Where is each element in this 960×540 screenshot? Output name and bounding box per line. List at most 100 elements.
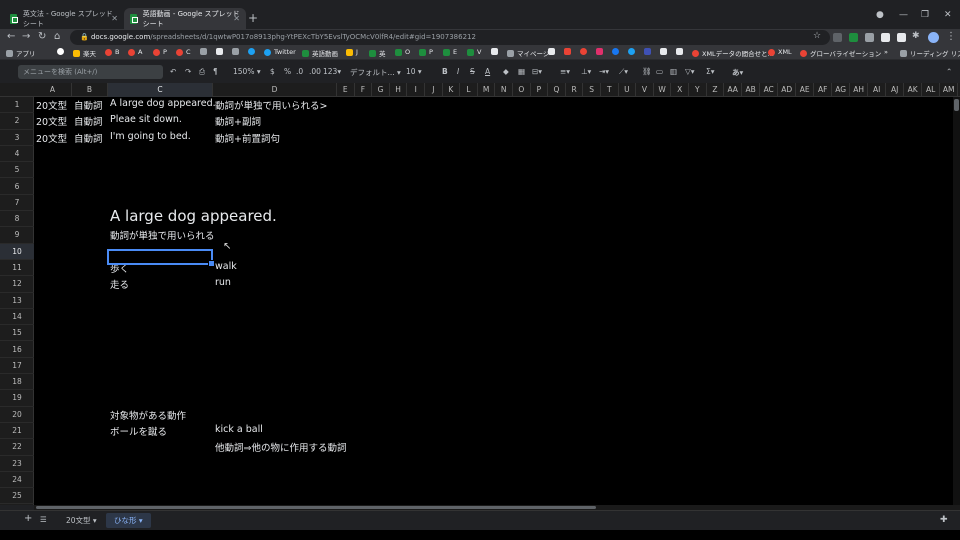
cell-d2[interactable]: 動詞+副詞 [215, 114, 261, 128]
bookmark-icon[interactable] [644, 48, 654, 55]
row-header-20[interactable]: 20 [0, 407, 34, 423]
add-sheet-icon[interactable]: + [24, 513, 32, 524]
more-bookmarks-icon[interactable]: » [884, 48, 888, 56]
column-header-ak[interactable]: AK [904, 83, 923, 97]
row-header-14[interactable]: 14 [0, 309, 34, 326]
bookmark-twitter[interactable]: Twitter [264, 48, 296, 56]
bookmark-a[interactable]: A [128, 48, 142, 56]
row-header-4[interactable]: 4 [0, 146, 34, 163]
font-size-select[interactable]: 10 ▾ [406, 67, 422, 76]
column-header-ad[interactable]: AD [778, 83, 797, 97]
selected-cell[interactable] [107, 249, 215, 267]
sheet-tab-20bunkei[interactable]: 20文型 ▾ [66, 515, 97, 526]
bookmark-icon[interactable] [628, 48, 638, 55]
menu-search-input[interactable]: メニューを検索 (Alt+/) [18, 65, 163, 79]
column-header-ah[interactable]: AH [850, 83, 869, 97]
column-header-a[interactable]: A [34, 83, 72, 97]
cell-c2[interactable]: Pleae sit down. [110, 114, 182, 125]
bookmark-google[interactable] [57, 48, 67, 55]
row-header-11[interactable]: 11 [0, 260, 34, 277]
number-format-select[interactable]: 123▾ [323, 67, 341, 76]
bookmark-o[interactable]: O [395, 48, 410, 56]
chart-icon[interactable]: ▥ [670, 67, 677, 76]
all-sheets-icon[interactable]: ☰ [40, 515, 47, 524]
functions-icon[interactable]: Σ▾ [706, 67, 715, 76]
new-tab-icon[interactable]: + [248, 11, 258, 25]
extension-icon[interactable] [833, 33, 842, 42]
fill-color-icon[interactable]: ◆ [503, 67, 509, 76]
cell-a1[interactable]: 20文型 [36, 98, 67, 112]
column-header-f[interactable]: F [355, 83, 373, 97]
input-tools-button[interactable]: あ▾ [732, 67, 743, 78]
reload-icon[interactable]: ↻ [38, 31, 46, 42]
column-header-aa[interactable]: AA [724, 83, 743, 97]
column-header-ac[interactable]: AC [760, 83, 779, 97]
column-header-n[interactable]: N [495, 83, 513, 97]
link-icon[interactable]: ⛓ [642, 67, 652, 76]
column-header-aj[interactable]: AJ [886, 83, 905, 97]
column-header-c[interactable]: C [108, 83, 213, 97]
row-header-9[interactable]: 9 [0, 227, 34, 244]
bookmark-icon[interactable] [580, 48, 590, 55]
collapse-toolbar-icon[interactable]: ⌃ [946, 67, 952, 76]
column-header-ae[interactable]: AE [796, 83, 815, 97]
column-header-x[interactable]: X [671, 83, 689, 97]
close-icon[interactable]: ✕ [111, 14, 118, 23]
column-header-d[interactable]: D [213, 83, 337, 97]
back-icon[interactable]: ← [7, 31, 15, 42]
column-header-b[interactable]: B [72, 83, 108, 97]
redo-icon[interactable]: ↷ [185, 67, 191, 76]
bookmark-apps[interactable]: アプリ [6, 48, 36, 58]
cell-c8[interactable]: A large dog appeared. [110, 207, 277, 225]
column-header-af[interactable]: AF [814, 83, 833, 97]
cell-d3[interactable]: 動詞+前置詞句 [215, 131, 280, 145]
column-header-p[interactable]: P [531, 83, 549, 97]
font-select[interactable]: デフォルト... ▾ [350, 67, 401, 78]
home-icon[interactable]: ⌂ [54, 31, 60, 42]
cell-c12[interactable]: 走る [110, 277, 129, 291]
cell-c9[interactable]: 動詞が単独で用いられる [110, 228, 215, 242]
column-header-r[interactable]: R [566, 83, 584, 97]
bookmark-icon[interactable] [248, 48, 258, 55]
cell-c3[interactable]: I'm going to bed. [110, 131, 191, 142]
bookmark-rakuten[interactable]: 楽天 [73, 48, 96, 58]
vertical-scrollbar[interactable] [953, 97, 960, 505]
bookmark-b[interactable]: B [105, 48, 119, 56]
column-header-am[interactable]: AM [940, 83, 959, 97]
bookmark-icon[interactable] [564, 48, 574, 55]
extension-icon[interactable] [881, 33, 890, 42]
bookmark-icon[interactable] [612, 48, 622, 55]
bookmark-p2[interactable]: P [419, 48, 433, 56]
scroll-thumb[interactable] [36, 506, 596, 509]
bookmark-ei[interactable]: 英 [369, 48, 386, 58]
row-header-1[interactable]: 1 [0, 97, 34, 114]
avatar[interactable] [928, 32, 939, 43]
cell-b3[interactable]: 自動詞 [74, 131, 103, 145]
currency-button[interactable]: $ [270, 67, 275, 76]
cell-b1[interactable]: 自動詞 [74, 98, 103, 112]
row-header-24[interactable]: 24 [0, 472, 34, 489]
comment-icon[interactable]: ▭ [656, 67, 663, 76]
column-header-al[interactable]: AL [922, 83, 941, 97]
reading-list[interactable]: リーディング リスト [900, 48, 960, 58]
cell-d21[interactable]: kick a ball [215, 424, 263, 435]
column-header-u[interactable]: U [619, 83, 637, 97]
cell-d11[interactable]: walk [215, 261, 237, 272]
column-header-m[interactable]: M [478, 83, 496, 97]
align-vertical-icon[interactable]: ⊥▾ [581, 67, 591, 76]
sheet-tab-hinagata[interactable]: ひな形 ▾ [106, 513, 151, 528]
column-header-g[interactable]: G [372, 83, 390, 97]
column-header-s[interactable]: S [583, 83, 601, 97]
zoom-select[interactable]: 150% ▾ [233, 67, 261, 76]
column-header-e[interactable]: E [337, 83, 355, 97]
bookmark-icon[interactable] [200, 48, 210, 55]
bookmark-xml[interactable]: XML [768, 48, 792, 56]
row-header-10[interactable]: 10 [0, 243, 34, 260]
row-header-21[interactable]: 21 [0, 423, 34, 440]
row-header-3[interactable]: 3 [0, 130, 34, 146]
star-icon[interactable]: ☆ [813, 31, 821, 41]
bookmark-icon[interactable] [232, 48, 242, 55]
restore-icon[interactable]: ❐ [921, 10, 929, 20]
cell-c21[interactable]: ボールを蹴る [110, 424, 167, 438]
filter-icon[interactable]: ▽▾ [685, 67, 695, 76]
